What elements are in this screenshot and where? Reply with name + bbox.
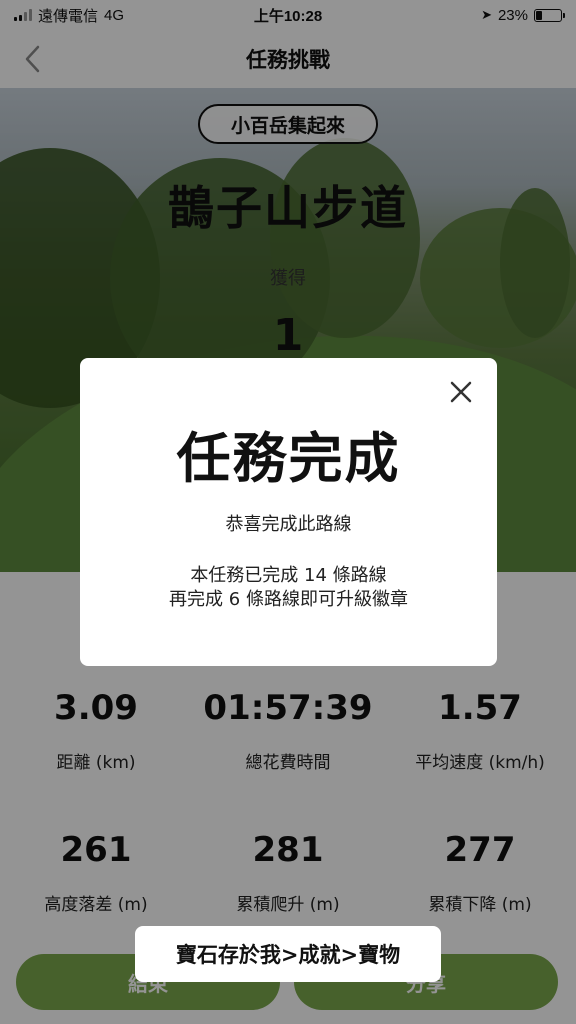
close-icon[interactable]: [447, 378, 475, 406]
dialog-detail-line: 本任務已完成 14 條路線: [190, 565, 387, 586]
dialog-detail: 本任務已完成 14 條路線 再完成 6 條路線即可升級徽章: [80, 564, 497, 612]
mission-complete-dialog: 任務完成 恭喜完成此路線 本任務已完成 14 條路線 再完成 6 條路線即可升級…: [80, 358, 497, 666]
dialog-title: 任務完成: [176, 427, 401, 490]
dialog-message: 恭喜完成此路線: [225, 514, 352, 535]
dialog-detail-line: 再完成 6 條路線即可升級徽章: [169, 589, 408, 610]
toast-message: 寶石存於我>成就>寶物: [135, 926, 441, 982]
